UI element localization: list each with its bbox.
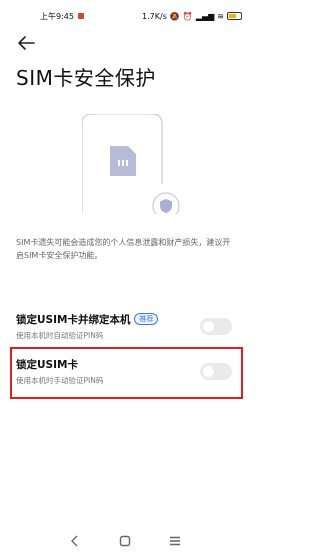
status-time: 上午9:45 [40, 11, 74, 21]
highlight-box [10, 347, 243, 399]
battery-icon [227, 12, 242, 20]
description: SIM卡遗失可能会造成您的个人信息泄露和财产损失，建议开启SIM卡安全保护功能。 [16, 238, 231, 260]
notification-icon [77, 13, 84, 19]
nav-back-icon[interactable] [68, 534, 82, 548]
nav-menu-icon[interactable] [168, 534, 182, 548]
wifi-icon: ≋ [217, 11, 224, 21]
toggle-knob [203, 321, 214, 332]
arrow-left-icon[interactable] [16, 34, 36, 52]
option-lock-and-bind[interactable]: 锁定USIM卡并绑定本机 推荐 使用本机时自动验证PIN码 [16, 312, 240, 348]
option-title: 锁定USIM卡并绑定本机 [16, 313, 131, 326]
signal-icon: ▂▄▆ [195, 11, 215, 21]
status-bar: 上午9:45 1.7K/s 🔕 ⏰ ▂▄▆ ≋ [0, 0, 250, 32]
mute-icon: 🔕 [169, 11, 180, 21]
lock-and-bind-toggle[interactable] [200, 318, 232, 335]
alarm-icon: ⏰ [182, 11, 193, 21]
page-title: SIM卡安全保护 [16, 66, 156, 90]
nav-home-icon[interactable] [118, 534, 132, 548]
navigation-bar [0, 526, 250, 556]
recommended-badge: 推荐 [134, 313, 159, 325]
sim-card-shield-icon [82, 114, 180, 214]
network-speed: 1.7K/s [142, 11, 167, 21]
